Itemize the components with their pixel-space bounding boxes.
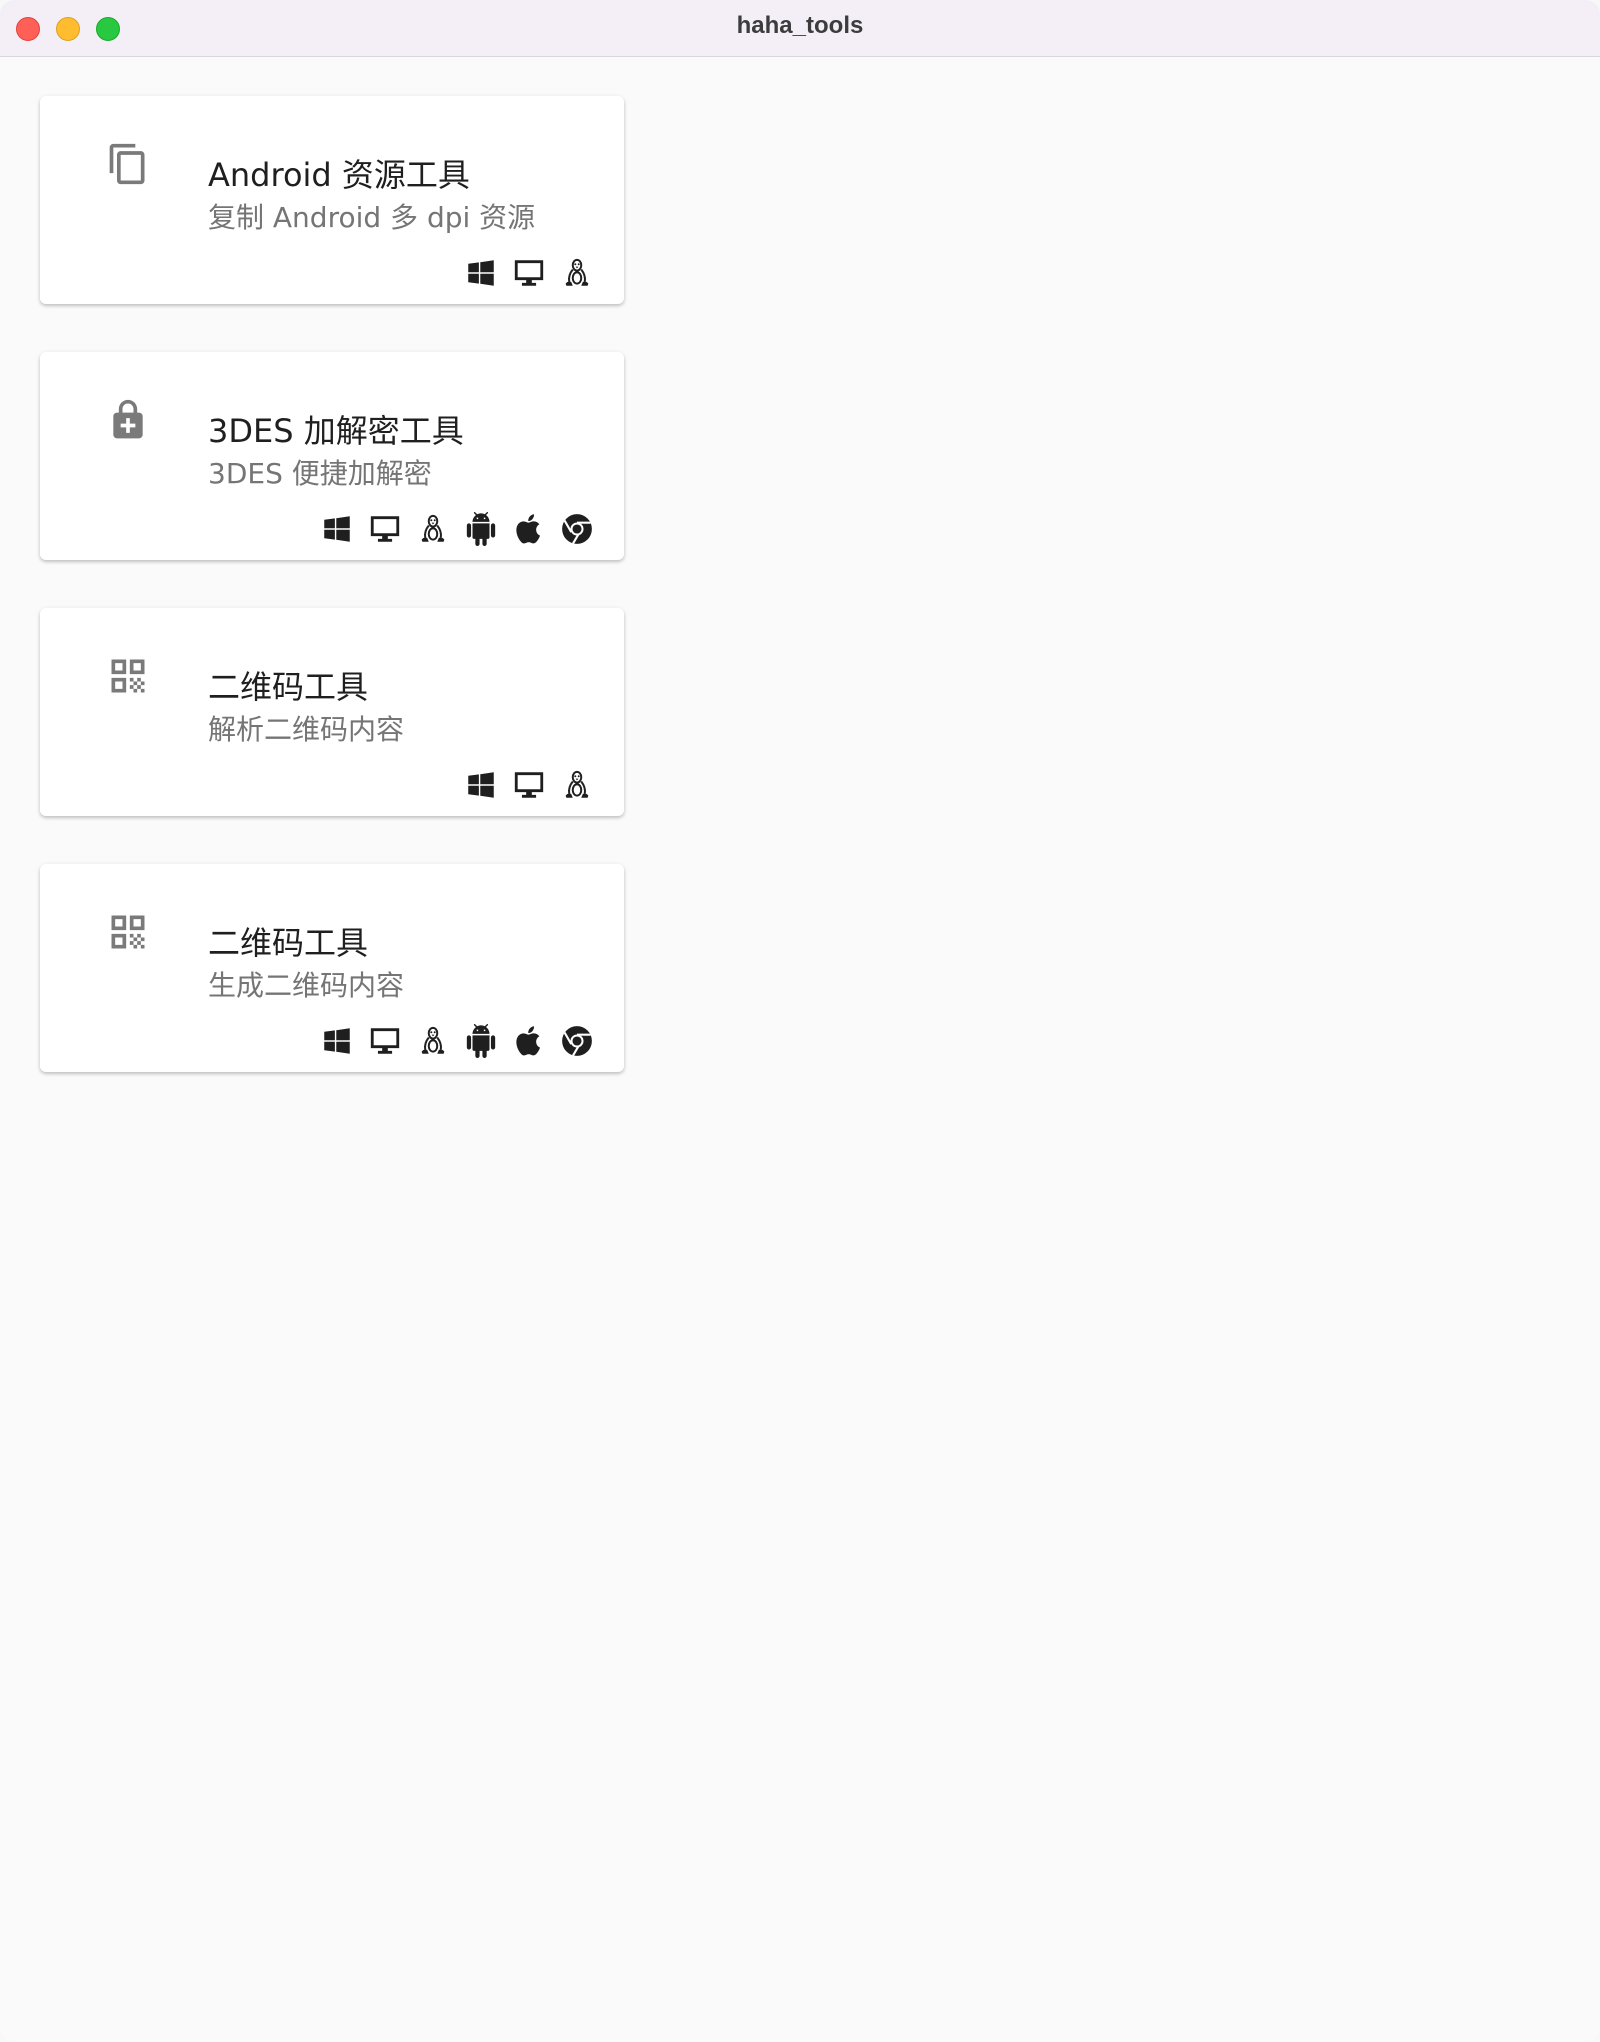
desktop-icon — [368, 1024, 402, 1058]
platform-icons — [320, 512, 594, 546]
android-icon — [464, 1024, 498, 1058]
platform-icons — [464, 768, 594, 802]
card-title: 3DES 加解密工具 — [208, 412, 464, 450]
desktop-icon — [512, 768, 546, 802]
tool-card-3des[interactable]: 3DES 加解密工具 3DES 便捷加解密 — [40, 352, 624, 560]
card-title: Android 资源工具 — [208, 156, 470, 194]
linux-icon — [416, 1024, 450, 1058]
desktop-icon — [368, 512, 402, 546]
windows-icon — [464, 256, 498, 290]
card-title: 二维码工具 — [208, 924, 369, 962]
tool-card-android-resources[interactable]: Android 资源工具 复制 Android 多 dpi 资源 — [40, 96, 624, 304]
linux-icon — [416, 512, 450, 546]
app-window: haha_tools Android 资源工具 复制 Android 多 dpi… — [0, 0, 1600, 2042]
apple-icon — [512, 512, 546, 546]
desktop-icon — [512, 256, 546, 290]
windows-icon — [320, 512, 354, 546]
window-title: haha_tools — [736, 12, 864, 39]
linux-icon — [560, 768, 594, 802]
copy-icon — [106, 142, 150, 186]
apple-icon — [512, 1024, 546, 1058]
tool-card-qr-generate[interactable]: 二维码工具 生成二维码内容 — [40, 864, 624, 1072]
chrome-icon — [560, 512, 594, 546]
card-title: 二维码工具 — [208, 668, 369, 706]
linux-icon — [560, 256, 594, 290]
lock-plus-icon — [106, 398, 150, 442]
title-bar: haha_tools — [0, 0, 1600, 57]
card-subtitle: 解析二维码内容 — [208, 713, 405, 746]
platform-icons — [464, 256, 594, 290]
card-subtitle: 3DES 便捷加解密 — [208, 457, 432, 490]
android-icon — [464, 512, 498, 546]
qr-code-icon — [106, 654, 150, 698]
card-subtitle: 生成二维码内容 — [208, 969, 405, 1002]
card-subtitle: 复制 Android 多 dpi 资源 — [208, 201, 536, 234]
tool-card-qr-decode[interactable]: 二维码工具 解析二维码内容 — [40, 608, 624, 816]
platform-icons — [320, 1024, 594, 1058]
chrome-icon — [560, 1024, 594, 1058]
windows-icon — [464, 768, 498, 802]
windows-icon — [320, 1024, 354, 1058]
qr-code-icon — [106, 910, 150, 954]
